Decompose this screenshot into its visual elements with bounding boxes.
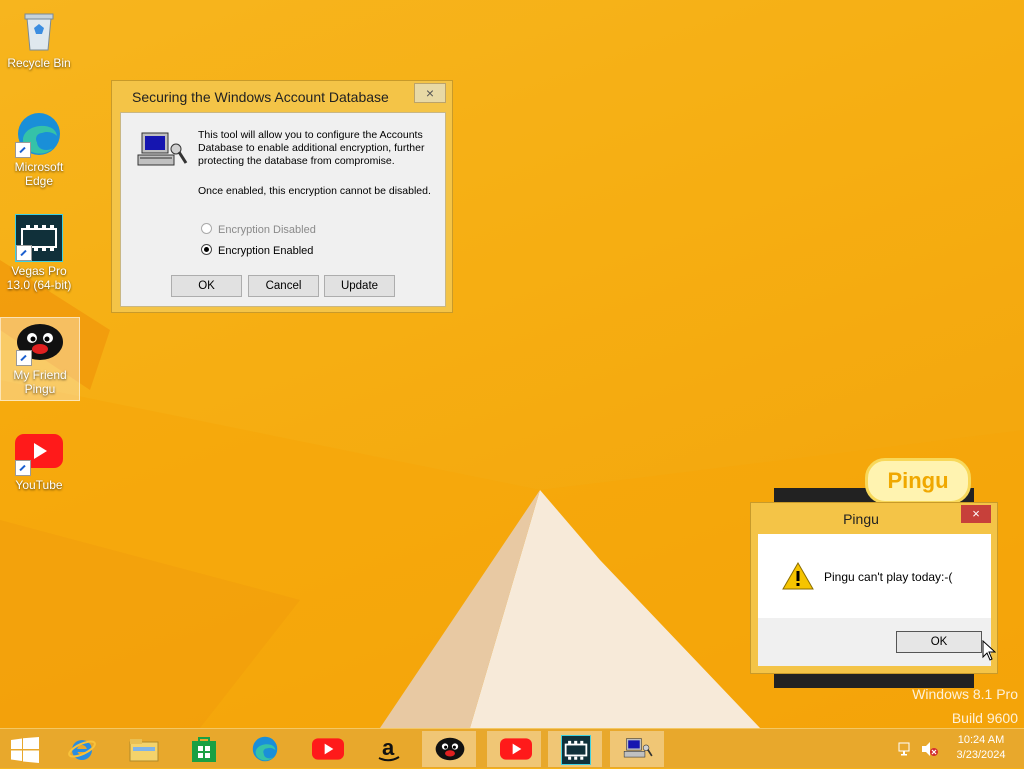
dialog-body: This tool will allow you to configure th… (120, 112, 446, 307)
desktop-icon-my-friend-pingu[interactable]: My Friend Pingu (0, 317, 80, 401)
shortcut-arrow-icon (15, 142, 31, 158)
network-icon[interactable] (898, 741, 914, 757)
taskbar-account-database-tool[interactable] (610, 731, 664, 767)
clock-date: 3/23/2024 (956, 749, 1006, 761)
radio-button-selected-icon (201, 244, 212, 255)
taskbar-store[interactable] (177, 731, 231, 767)
mouse-cursor-icon (982, 639, 997, 662)
ok-button[interactable]: OK (896, 631, 982, 653)
computer-key-icon (136, 131, 188, 171)
dialog-title: Pingu (843, 511, 879, 527)
taskbar-edge[interactable] (238, 731, 292, 767)
desktop-icon-youtube[interactable]: YouTube (0, 428, 78, 492)
close-button[interactable]: × (961, 505, 991, 523)
dialog-body: Pingu can't play today:-( OK (758, 534, 991, 666)
securing-account-database-dialog: Securing the Windows Account Database × … (111, 80, 453, 313)
start-icon (11, 737, 39, 765)
edge-icon (15, 110, 63, 158)
taskbar-internet-explorer[interactable] (55, 731, 109, 767)
radio-encryption-enabled[interactable]: Encryption Enabled (201, 244, 313, 257)
warning-icon (782, 561, 814, 590)
desktop-icon-label: Recycle Bin (7, 56, 71, 70)
desktop-icon-recycle-bin[interactable]: Recycle Bin (0, 6, 78, 76)
taskbar-file-explorer[interactable] (116, 731, 170, 767)
radio-encryption-disabled[interactable]: Encryption Disabled (201, 223, 316, 236)
dialog-title: Securing the Windows Account Database (132, 89, 389, 105)
desktop-icon-vegas-pro[interactable]: Vegas Pro 13.0 (64-bit) (0, 214, 78, 298)
file-explorer-icon (129, 735, 159, 763)
update-button[interactable]: Update (324, 275, 395, 297)
computer-key-icon (623, 735, 653, 763)
cancel-button[interactable]: Cancel (248, 275, 319, 297)
taskbar-youtube[interactable] (299, 731, 353, 767)
shortcut-arrow-icon (16, 245, 32, 261)
os-build-watermark: Build 9600 (951, 710, 1018, 726)
pingu-message-dialog: Pingu × Pingu can't play today:-( OK (750, 502, 998, 674)
ok-button[interactable]: OK (171, 275, 242, 297)
clock[interactable]: 10:24 AM 3/23/2024 (946, 733, 1016, 763)
start-button[interactable] (0, 731, 50, 767)
taskbar-vegas-pro[interactable] (548, 731, 602, 767)
desktop-icon-label: YouTube (15, 478, 63, 492)
description-text: This tool will allow you to configure th… (198, 129, 425, 167)
os-version-watermark: Windows 8.1 Pro (912, 686, 1018, 702)
internet-explorer-icon (68, 735, 96, 763)
taskbar-youtube-window[interactable] (487, 731, 541, 767)
warning-note-text: Once enabled, this encryption cannot be … (198, 185, 431, 197)
taskbar-amazon[interactable]: a (362, 731, 416, 767)
amazon-icon: a (375, 735, 403, 763)
desktop-icon-label: Vegas Pro 13.0 (64-bit) (6, 264, 72, 292)
desktop-icon-label: My Friend Pingu (13, 368, 67, 396)
radio-button-icon (201, 223, 212, 234)
pingu-logo: Pingu (865, 458, 971, 504)
shortcut-arrow-icon (16, 350, 32, 366)
vegas-pro-icon (561, 735, 591, 765)
vegas-pro-icon (15, 214, 63, 262)
message-text: Pingu can't play today:-( (824, 570, 953, 584)
svg-text:a: a (382, 735, 395, 760)
store-icon (190, 735, 218, 763)
clock-time: 10:24 AM (957, 734, 1005, 746)
pingu-icon (16, 318, 64, 366)
taskbar-pingu[interactable] (422, 731, 476, 767)
taskbar: a 10:24 AM 3/23/2024 (0, 728, 1024, 768)
dialog-footer: OK (758, 618, 991, 666)
youtube-icon (312, 735, 344, 763)
youtube-icon (500, 735, 532, 763)
shortcut-arrow-icon (15, 460, 31, 476)
volume-muted-icon[interactable] (921, 741, 939, 757)
recycle-bin-icon (15, 6, 63, 54)
youtube-icon (15, 428, 63, 476)
close-button[interactable]: × (414, 83, 446, 103)
desktop-icon-label: Microsoft Edge (14, 160, 64, 188)
pingu-icon (435, 735, 465, 763)
edge-icon (251, 735, 279, 763)
radio-label: Encryption Disabled (218, 224, 316, 236)
desktop-icon-microsoft-edge[interactable]: Microsoft Edge (0, 110, 78, 194)
radio-label: Encryption Enabled (218, 245, 314, 257)
